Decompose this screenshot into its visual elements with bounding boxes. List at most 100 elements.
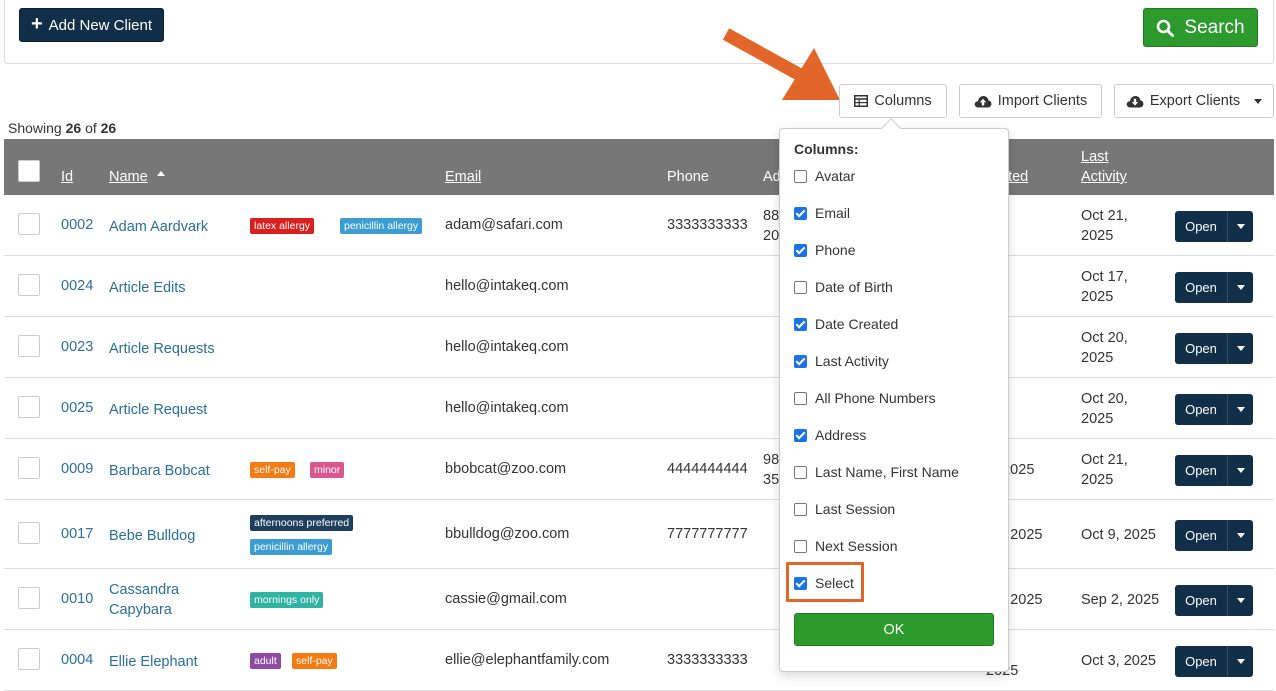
ok-button[interactable]: OK bbox=[794, 613, 994, 646]
column-checkbox[interactable] bbox=[794, 243, 807, 257]
open-menu-toggle[interactable] bbox=[1228, 646, 1253, 677]
row-select-checkbox[interactable] bbox=[18, 212, 40, 235]
sort-last-activity-header-line2[interactable]: Activity bbox=[1081, 169, 1127, 185]
client-id-link[interactable]: 0009 bbox=[61, 461, 93, 477]
open-client-button[interactable]: Open bbox=[1175, 393, 1228, 425]
client-id-link[interactable]: 0025 bbox=[61, 400, 93, 416]
client-name-link[interactable]: Adam Aardvark bbox=[109, 217, 208, 237]
add-new-client-button[interactable]: + Add New Client bbox=[19, 8, 164, 42]
open-client-button[interactable]: Open bbox=[1175, 645, 1228, 677]
sort-email-header[interactable]: Email bbox=[445, 169, 481, 185]
client-last-activity: Sep 2, 2025 bbox=[1081, 591, 1160, 608]
column-option-label: Next Session bbox=[815, 538, 898, 554]
row-select-checkbox[interactable] bbox=[18, 334, 40, 357]
search-label: Search bbox=[1184, 16, 1245, 38]
column-checkbox[interactable] bbox=[794, 169, 807, 183]
open-menu-toggle[interactable] bbox=[1228, 585, 1253, 616]
column-checkbox[interactable] bbox=[794, 539, 807, 553]
client-last-activity-line2: 2025 bbox=[1081, 227, 1114, 244]
row-select-checkbox[interactable] bbox=[18, 586, 40, 609]
client-name-link[interactable]: Article Request bbox=[109, 400, 207, 420]
column-checkbox[interactable] bbox=[794, 391, 807, 405]
export-clients-label: Export Clients bbox=[1149, 93, 1241, 109]
open-client-button-group: Open bbox=[1175, 210, 1253, 242]
column-option[interactable]: Last Activity bbox=[794, 351, 889, 371]
column-option[interactable]: Email bbox=[794, 203, 850, 223]
search-icon bbox=[1157, 19, 1175, 37]
client-id-link[interactable]: 0010 bbox=[61, 591, 93, 607]
open-menu-toggle[interactable] bbox=[1228, 272, 1253, 303]
client-name-link[interactable]: Bebe Bulldog bbox=[109, 526, 195, 546]
select-all-checkbox[interactable] bbox=[18, 160, 40, 182]
open-menu-toggle[interactable] bbox=[1228, 520, 1253, 551]
column-option[interactable]: Phone bbox=[794, 240, 855, 260]
column-option-label: Phone bbox=[815, 242, 856, 258]
client-name-link[interactable]: Barbara Bobcat bbox=[109, 461, 210, 481]
caret-down-icon bbox=[1236, 284, 1245, 290]
client-email: hello@intakeq.com bbox=[445, 399, 569, 416]
sort-name-header[interactable]: Name bbox=[109, 169, 148, 185]
column-option[interactable]: Avatar bbox=[794, 166, 855, 186]
client-tag: penicillin allergy bbox=[340, 217, 423, 234]
column-option-label: Avatar bbox=[815, 168, 856, 184]
open-menu-toggle[interactable] bbox=[1228, 333, 1253, 364]
client-name-link[interactable]: Article Requests bbox=[109, 339, 215, 359]
client-id-link[interactable]: 0017 bbox=[61, 526, 93, 542]
client-name-link-line2[interactable]: Capybara bbox=[109, 600, 172, 620]
column-option[interactable]: Last Name, First Name bbox=[794, 462, 959, 482]
column-option[interactable]: Date of Birth bbox=[794, 277, 893, 297]
client-name-link[interactable]: Ellie Elephant bbox=[109, 652, 198, 672]
row-select-checkbox[interactable] bbox=[18, 521, 40, 544]
column-checkbox[interactable] bbox=[794, 206, 807, 220]
client-name-link[interactable]: Cassandra bbox=[109, 580, 179, 600]
row-select-checkbox[interactable] bbox=[18, 273, 40, 296]
import-clients-button[interactable]: Import Clients bbox=[959, 84, 1102, 118]
row-select-checkbox[interactable] bbox=[18, 395, 40, 418]
column-option-label: Date Created bbox=[815, 316, 899, 332]
open-menu-toggle[interactable] bbox=[1228, 394, 1253, 425]
phone-header: Phone bbox=[667, 169, 709, 185]
row-select-checkbox[interactable] bbox=[18, 647, 40, 670]
open-client-button[interactable]: Open bbox=[1175, 271, 1228, 303]
column-option[interactable]: All Phone Numbers bbox=[794, 388, 936, 408]
column-checkbox[interactable] bbox=[794, 280, 807, 294]
client-last-activity-line2: 2025 bbox=[1081, 410, 1114, 427]
column-checkbox[interactable] bbox=[794, 317, 807, 331]
sort-last-activity-header[interactable]: Last bbox=[1081, 149, 1108, 165]
open-client-button[interactable]: Open bbox=[1175, 332, 1228, 364]
open-client-button[interactable]: Open bbox=[1175, 210, 1228, 242]
table-icon bbox=[854, 95, 869, 107]
export-clients-button[interactable]: Export Clients bbox=[1114, 84, 1274, 118]
row-select-checkbox[interactable] bbox=[18, 456, 40, 479]
column-option[interactable]: Address bbox=[794, 425, 866, 445]
top-panel bbox=[4, 0, 1274, 64]
columns-dropdown-title: Columns: bbox=[794, 141, 859, 157]
search-button[interactable]: Search bbox=[1143, 8, 1258, 47]
column-checkbox[interactable] bbox=[794, 465, 807, 479]
client-id-link[interactable]: 0023 bbox=[61, 339, 93, 355]
column-option-label: All Phone Numbers bbox=[815, 390, 936, 406]
column-option[interactable]: Date Created bbox=[794, 314, 898, 334]
column-checkbox[interactable] bbox=[794, 354, 807, 368]
import-clients-label: Import Clients bbox=[997, 93, 1088, 109]
column-option[interactable]: Last Session bbox=[794, 499, 895, 519]
column-option[interactable]: Next Session bbox=[794, 536, 897, 556]
open-client-button[interactable]: Open bbox=[1175, 454, 1228, 486]
add-new-client-label: Add New Client bbox=[48, 16, 153, 34]
open-menu-toggle[interactable] bbox=[1228, 211, 1253, 242]
client-id-link[interactable]: 0002 bbox=[61, 217, 93, 233]
columns-button[interactable]: Columns bbox=[839, 84, 947, 118]
open-menu-toggle[interactable] bbox=[1228, 455, 1253, 486]
client-id-link[interactable]: 0024 bbox=[61, 278, 93, 294]
results-of: of bbox=[85, 120, 97, 136]
open-client-button[interactable]: Open bbox=[1175, 584, 1228, 616]
open-client-button-group: Open bbox=[1175, 454, 1253, 486]
column-checkbox[interactable] bbox=[794, 428, 807, 442]
client-id-link[interactable]: 0004 bbox=[61, 652, 93, 668]
client-name-link[interactable]: Article Edits bbox=[109, 278, 186, 298]
column-option-label: Last Name, First Name bbox=[815, 464, 959, 480]
open-client-button[interactable]: Open bbox=[1175, 519, 1228, 551]
sort-id-header[interactable]: Id bbox=[61, 169, 73, 185]
column-checkbox[interactable] bbox=[794, 502, 807, 516]
client-tag: mornings only bbox=[250, 591, 324, 608]
